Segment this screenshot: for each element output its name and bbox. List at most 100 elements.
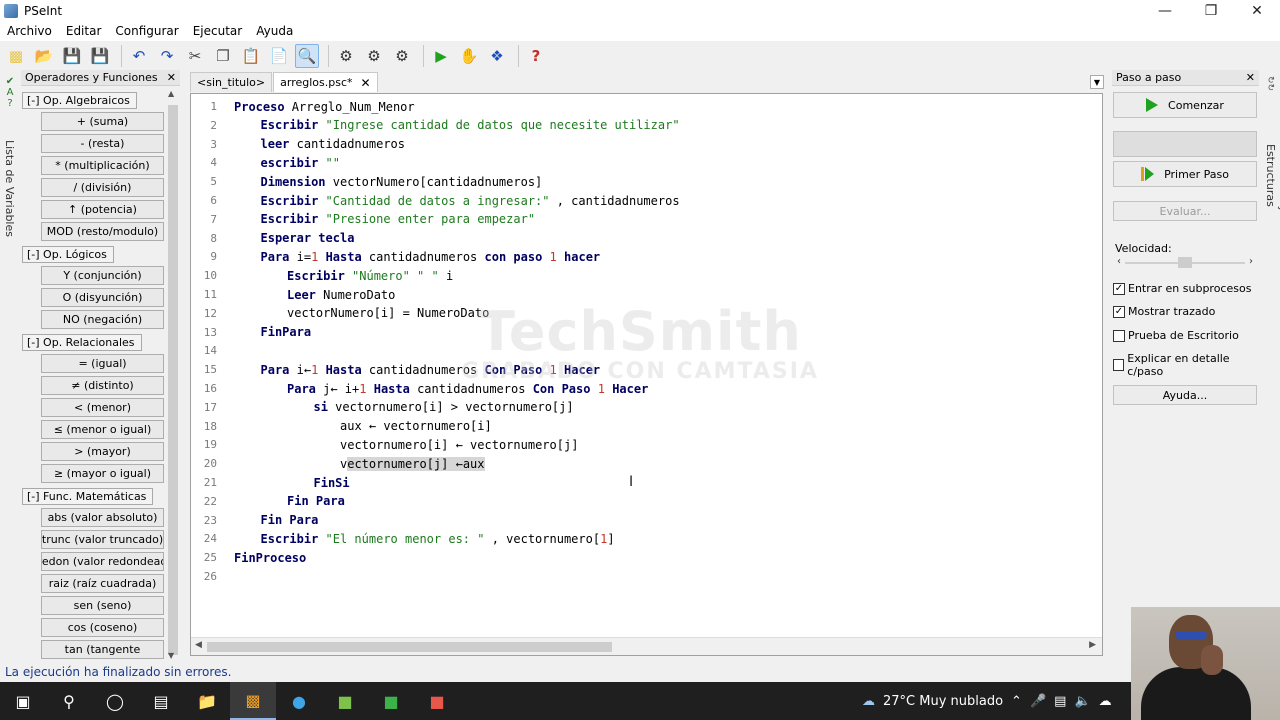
close-window-icon[interactable]: ✕ (1234, 0, 1280, 21)
operator-button[interactable]: trunc (valor truncado) (41, 530, 164, 549)
code-editor[interactable]: 1 Proceso Arreglo_Num_Menor 2 Escribir "Ing… (190, 93, 1103, 656)
checkbox[interactable] (1113, 329, 1125, 342)
operator-button[interactable]: Y (conjunción) (41, 266, 164, 285)
indent-icon[interactable]: 🔍 (295, 43, 319, 68)
code-line[interactable]: 13 FinPara (191, 323, 311, 342)
android-app-icon[interactable]: ■ (322, 682, 368, 720)
close-panel-icon[interactable]: ✕ (1246, 71, 1255, 84)
new-file-icon[interactable]: ▩ (4, 44, 28, 68)
file-explorer-icon[interactable]: 📁 (184, 682, 230, 720)
windows-start-icon[interactable]: ▣ (0, 682, 46, 720)
tabs-dropdown-icon[interactable]: ▼ (1090, 75, 1104, 89)
scrollbar-thumb[interactable] (207, 642, 612, 652)
evaluate-button[interactable]: Evaluar... (1113, 201, 1257, 221)
menu-ejecutar[interactable]: Ejecutar (186, 24, 250, 38)
variables-side-tab[interactable]: ✔ A? Lista de Variables (0, 72, 20, 252)
code-line[interactable]: 1 Proceso Arreglo_Num_Menor (191, 97, 414, 116)
code-line[interactable]: 14 (191, 341, 234, 360)
code-line[interactable]: 21 FinSi (191, 473, 350, 492)
checkbox[interactable]: ✓ (1113, 305, 1125, 318)
search-icon[interactable]: ⚲ (46, 682, 92, 720)
operator-button[interactable]: ≥ (mayor o igual) (41, 464, 164, 483)
scroll-down-icon[interactable]: ▼ (168, 651, 174, 660)
code-line[interactable]: 9 Para i= 1 Hasta cantidadnumeros con paso… (191, 247, 600, 266)
code-line[interactable]: 26 (191, 567, 234, 586)
help-icon[interactable]: ? (524, 44, 548, 68)
task-view-icon[interactable]: ▤ (138, 682, 184, 720)
code-line[interactable]: 25 FinProceso (191, 548, 307, 567)
save-icon[interactable]: 💾 (60, 44, 84, 68)
edge-icon[interactable]: ● (276, 682, 322, 720)
code-line[interactable]: 2 Escribir "Ingrese cantidad de datos que… (191, 116, 679, 135)
network-icon[interactable]: ▤ (1054, 694, 1066, 709)
code-line[interactable]: 16 Para j← i+ 1 Hasta cantidadnumeros Con … (191, 379, 649, 398)
operator-button[interactable]: * (multiplicación) (41, 156, 164, 175)
code-line[interactable]: 19 vectornumero[i] ← vectornumero[j] (191, 435, 579, 454)
microphone-icon[interactable]: 🎤 (1030, 694, 1046, 709)
step-run-icon[interactable]: ✋ (457, 44, 481, 68)
operator-button[interactable]: tan (tangente (41, 640, 164, 659)
checkbox[interactable] (1113, 359, 1125, 371)
ops-group-header[interactable]: [-] Op. Relacionales (22, 334, 142, 351)
operator-button[interactable]: < (menor) (41, 398, 164, 417)
operator-button[interactable]: + (suma) (41, 112, 164, 131)
code-line[interactable]: 11 Leer NumeroDato (191, 285, 396, 304)
code-line[interactable]: 12 vectorNumero[i] = NumeroDato (191, 304, 490, 323)
help-button[interactable]: Ayuda... (1113, 385, 1257, 405)
minimize-icon[interactable]: — (1142, 0, 1188, 21)
menu-configurar[interactable]: Configurar (108, 24, 185, 38)
speed-slider[interactable]: ‹ › (1115, 256, 1255, 270)
operator-button[interactable]: redon (valor redondead (41, 552, 164, 571)
first-step-button[interactable]: Primer Paso (1113, 161, 1257, 187)
code-line[interactable]: 22 Fin Para (191, 492, 345, 511)
operator-button[interactable]: / (división) (41, 178, 164, 197)
scroll-right-icon[interactable]: ▶ (1089, 640, 1096, 650)
menu-archivo[interactable]: Archivo (0, 24, 59, 38)
commands-side-tab[interactable]: ↻↻ Comandos y Estructuras (1262, 72, 1280, 272)
operators-scrollbar[interactable]: ▲ ▼ (166, 87, 180, 662)
slider-right-icon[interactable]: › (1249, 256, 1253, 267)
camtasia-green-icon[interactable]: ■ (368, 682, 414, 720)
operator-button[interactable]: raiz (raíz cuadrada) (41, 574, 164, 593)
weather-text[interactable]: 27°C Muy nublado (883, 694, 1003, 709)
operator-button[interactable]: > (mayor) (41, 442, 164, 461)
ops-group-header[interactable]: [-] Func. Matemáticas (22, 488, 154, 505)
ops-group-header[interactable]: [-] Op. Algebraicos (22, 92, 137, 109)
debug-icon[interactable]: ❖ (485, 44, 509, 68)
scrollbar-thumb[interactable] (168, 105, 178, 655)
cut-icon[interactable]: ✂ (183, 44, 207, 68)
code-line[interactable]: 17 si vectornumero[i] > vectornumero[j] (191, 398, 574, 417)
code-line[interactable]: 7 Escribir "Presione enter para empezar" (191, 210, 535, 229)
editor-hscrollbar[interactable]: ◀ ▶ (191, 637, 1102, 655)
find-icon[interactable]: 📄 (267, 44, 291, 68)
option-desk-test[interactable]: Prueba de Escritorio (1113, 329, 1239, 342)
scroll-up-icon[interactable]: ▲ (168, 89, 174, 98)
option-subprocesses[interactable]: ✓ Entrar en subprocesos (1113, 282, 1251, 295)
weather-icon[interactable]: ☁ (862, 694, 875, 709)
operator-button[interactable]: abs (valor absoluto) (41, 508, 164, 527)
redo-icon[interactable]: ↷ (155, 44, 179, 68)
paste-icon[interactable]: 📋 (239, 44, 263, 68)
settings-icon[interactable]: ⚙ (362, 44, 386, 68)
tray-chevron-icon[interactable]: ⌃ (1011, 694, 1022, 709)
operator-button[interactable]: O (disyunción) (41, 288, 164, 307)
pause-button[interactable] (1113, 131, 1257, 157)
checkbox[interactable]: ✓ (1113, 282, 1125, 295)
operator-button[interactable]: ≠ (distinto) (41, 376, 164, 395)
menu-editar[interactable]: Editar (59, 24, 109, 38)
close-panel-icon[interactable]: ✕ (167, 71, 176, 84)
flowchart-icon[interactable]: ⚙ (390, 44, 414, 68)
tab-arreglos[interactable]: arreglos.psc* ✕ (273, 72, 378, 92)
undo-icon[interactable]: ↶ (127, 44, 151, 68)
code-line[interactable]: 4 escribir "" (191, 153, 340, 172)
code-line[interactable]: 20 v ectornumero[j] ←aux (191, 454, 485, 473)
operator-button[interactable]: ≤ (menor o igual) (41, 420, 164, 439)
code-line[interactable]: 3 leer cantidadnumeros (191, 135, 405, 154)
operator-button[interactable]: - (resta) (41, 134, 164, 153)
tab-sin-titulo[interactable]: <sin_titulo> (190, 72, 273, 92)
code-line[interactable]: 10 Escribir "Número" " " i (191, 266, 453, 285)
copy-icon[interactable]: ❐ (211, 44, 235, 68)
slider-knob[interactable] (1178, 257, 1192, 268)
operator-button[interactable]: = (igual) (41, 354, 164, 373)
code-line[interactable]: 24 Escribir "El número menor es: " , vect… (191, 529, 615, 548)
